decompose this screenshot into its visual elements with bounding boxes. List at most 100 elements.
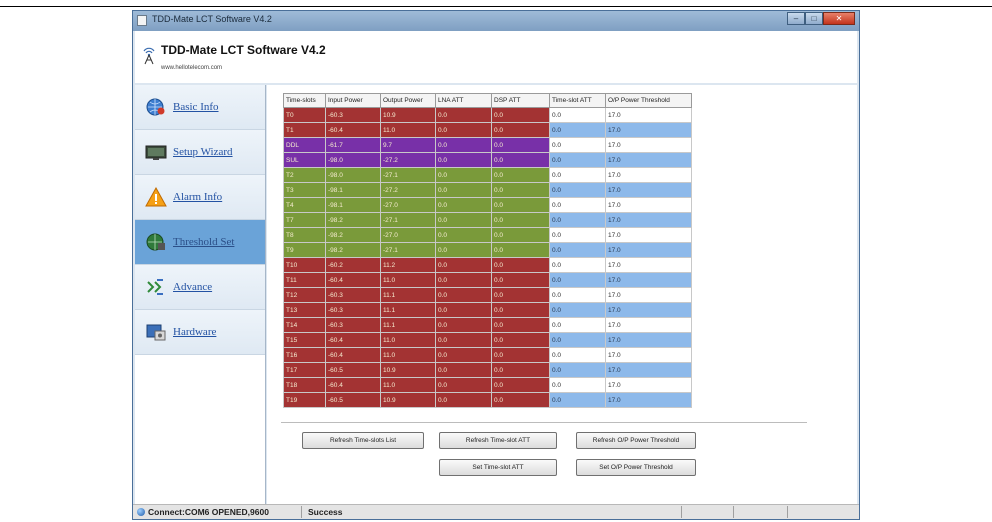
time-slot-att-cell[interactable]: 0.0 <box>549 392 606 408</box>
time-slot-att-cell[interactable]: 0.0 <box>549 212 606 228</box>
lna-att-cell: 0.0 <box>435 377 492 393</box>
table-row[interactable]: T2 -98.0 -27.1 0.0 0.0 0.0 17.0 <box>283 167 692 183</box>
op-power-threshold-cell[interactable]: 17.0 <box>605 332 692 348</box>
status-divider <box>681 506 682 518</box>
time-slot-att-cell[interactable]: 0.0 <box>549 152 606 168</box>
sidebar-item-threshold-set[interactable]: Threshold Set <box>135 220 265 265</box>
arrows-icon <box>147 279 163 295</box>
op-power-threshold-cell[interactable]: 17.0 <box>605 107 692 123</box>
op-power-threshold-cell[interactable]: 17.0 <box>605 242 692 258</box>
table-row[interactable]: T9 -98.2 -27.1 0.0 0.0 0.0 17.0 <box>283 242 692 258</box>
time-slot-cell: T13 <box>283 302 326 318</box>
column-header-op-power-threshold[interactable]: O/P Power Threshold <box>605 93 692 108</box>
op-power-threshold-cell[interactable]: 17.0 <box>605 377 692 393</box>
table-row[interactable]: T18 -60.4 11.0 0.0 0.0 0.0 17.0 <box>283 377 692 393</box>
table-row[interactable]: T11 -60.4 11.0 0.0 0.0 0.0 17.0 <box>283 272 692 288</box>
output-power-cell: 11.0 <box>380 122 436 138</box>
sidebar-item-setup-wizard[interactable]: Setup Wizard <box>135 130 265 175</box>
op-power-threshold-cell[interactable]: 17.0 <box>605 182 692 198</box>
output-power-cell: -27.2 <box>380 182 436 198</box>
op-power-threshold-cell[interactable]: 17.0 <box>605 302 692 318</box>
time-slot-att-cell[interactable]: 0.0 <box>549 377 606 393</box>
column-header-input-power[interactable]: Input Power <box>325 93 381 108</box>
time-slot-att-cell[interactable]: 0.0 <box>549 332 606 348</box>
sidebar: Basic Info Setup Wizard Alarm Info Thres… <box>135 85 266 505</box>
input-power-cell: -98.2 <box>325 227 381 243</box>
table-row[interactable]: T1 -60.4 11.0 0.0 0.0 0.0 17.0 <box>283 122 692 138</box>
app-header: TDD-Mate LCT Software V4.2 www.hellotele… <box>135 31 857 83</box>
time-slot-att-cell[interactable]: 0.0 <box>549 107 606 123</box>
op-power-threshold-cell[interactable]: 17.0 <box>605 362 692 378</box>
time-slot-att-cell[interactable]: 0.0 <box>549 197 606 213</box>
op-power-threshold-cell[interactable]: 17.0 <box>605 122 692 138</box>
close-button[interactable]: ✕ <box>823 12 855 25</box>
time-slot-att-cell[interactable]: 0.0 <box>549 122 606 138</box>
op-power-threshold-cell[interactable]: 17.0 <box>605 392 692 408</box>
op-power-threshold-cell[interactable]: 17.0 <box>605 152 692 168</box>
set-op-power-threshold-button[interactable]: Set O/P Power Threshold <box>576 459 696 476</box>
table-row[interactable]: T0 -60.3 10.9 0.0 0.0 0.0 17.0 <box>283 107 692 123</box>
set-time-slot-att-button[interactable]: Set Time-slot ATT <box>439 459 557 476</box>
time-slot-att-cell[interactable]: 0.0 <box>549 257 606 273</box>
time-slot-att-cell[interactable]: 0.0 <box>549 242 606 258</box>
table-row[interactable]: T15 -60.4 11.0 0.0 0.0 0.0 17.0 <box>283 332 692 348</box>
op-power-threshold-cell[interactable]: 17.0 <box>605 317 692 333</box>
op-power-threshold-cell[interactable]: 17.0 <box>605 287 692 303</box>
table-row[interactable]: T7 -98.2 -27.1 0.0 0.0 0.0 17.0 <box>283 212 692 228</box>
time-slot-att-cell[interactable]: 0.0 <box>549 317 606 333</box>
table-row[interactable]: T12 -60.3 11.1 0.0 0.0 0.0 17.0 <box>283 287 692 303</box>
time-slot-att-cell[interactable]: 0.0 <box>549 272 606 288</box>
op-power-threshold-cell[interactable]: 17.0 <box>605 257 692 273</box>
refresh-op-power-threshold-button[interactable]: Refresh O/P Power Threshold <box>576 432 696 449</box>
time-slot-att-cell[interactable]: 0.0 <box>549 287 606 303</box>
time-slot-att-cell[interactable]: 0.0 <box>549 182 606 198</box>
table-row[interactable]: T14 -60.3 11.1 0.0 0.0 0.0 17.0 <box>283 317 692 333</box>
refresh-time-slots-list-button[interactable]: Refresh Time-slots List <box>302 432 424 449</box>
table-row[interactable]: SUL -98.0 -27.2 0.0 0.0 0.0 17.0 <box>283 152 692 168</box>
sidebar-item-advance[interactable]: Advance <box>135 265 265 310</box>
table-row[interactable]: T10 -60.2 11.2 0.0 0.0 0.0 17.0 <box>283 257 692 273</box>
op-power-threshold-cell[interactable]: 17.0 <box>605 137 692 153</box>
column-header-time-slot-att[interactable]: Time-slot ATT <box>549 93 606 108</box>
time-slot-att-cell[interactable]: 0.0 <box>549 362 606 378</box>
minimize-button[interactable]: ‒ <box>787 12 805 25</box>
sidebar-item-hardware[interactable]: Hardware <box>135 310 265 355</box>
table-row[interactable]: T3 -98.1 -27.2 0.0 0.0 0.0 17.0 <box>283 182 692 198</box>
time-slot-cell: T16 <box>283 347 326 363</box>
table-row[interactable]: T16 -60.4 11.0 0.0 0.0 0.0 17.0 <box>283 347 692 363</box>
table-row[interactable]: T8 -98.2 -27.0 0.0 0.0 0.0 17.0 <box>283 227 692 243</box>
op-power-threshold-cell[interactable]: 17.0 <box>605 212 692 228</box>
table-row[interactable]: T19 -60.5 10.9 0.0 0.0 0.0 17.0 <box>283 392 692 408</box>
op-power-threshold-cell[interactable]: 17.0 <box>605 272 692 288</box>
column-header-time-slots[interactable]: Time-slots <box>283 93 326 108</box>
op-power-threshold-cell[interactable]: 17.0 <box>605 197 692 213</box>
input-power-cell: -60.3 <box>325 317 381 333</box>
op-power-threshold-cell[interactable]: 17.0 <box>605 227 692 243</box>
output-power-cell: -27.1 <box>380 167 436 183</box>
op-power-threshold-cell[interactable]: 17.0 <box>605 347 692 363</box>
table-row[interactable]: T17 -60.5 10.9 0.0 0.0 0.0 17.0 <box>283 362 692 378</box>
dsp-att-cell: 0.0 <box>491 317 550 333</box>
title-bar[interactable]: TDD-Mate LCT Software V4.2 ‒ □ ✕ <box>133 11 859 31</box>
sidebar-item-basic-info[interactable]: Basic Info <box>135 85 265 130</box>
table-row[interactable]: T4 -98.1 -27.0 0.0 0.0 0.0 17.0 <box>283 197 692 213</box>
column-header-lna-att[interactable]: LNA ATT <box>435 93 492 108</box>
time-slot-att-cell[interactable]: 0.0 <box>549 167 606 183</box>
time-slot-att-cell[interactable]: 0.0 <box>549 347 606 363</box>
maximize-button[interactable]: □ <box>805 12 823 25</box>
input-power-cell: -60.3 <box>325 107 381 123</box>
table-row[interactable]: T13 -60.3 11.1 0.0 0.0 0.0 17.0 <box>283 302 692 318</box>
table-row[interactable]: DDL -61.7 9.7 0.0 0.0 0.0 17.0 <box>283 137 692 153</box>
sidebar-item-alarm-info[interactable]: Alarm Info <box>135 175 265 220</box>
time-slot-att-cell[interactable]: 0.0 <box>549 302 606 318</box>
refresh-time-slot-att-button[interactable]: Refresh Time-slot ATT <box>439 432 557 449</box>
op-power-threshold-cell[interactable]: 17.0 <box>605 167 692 183</box>
lna-att-cell: 0.0 <box>435 227 492 243</box>
output-power-cell: 11.1 <box>380 317 436 333</box>
output-power-cell: 11.1 <box>380 302 436 318</box>
time-slot-cell: T7 <box>283 212 326 228</box>
column-header-output-power[interactable]: Output Power <box>380 93 436 108</box>
time-slot-att-cell[interactable]: 0.0 <box>549 137 606 153</box>
column-header-dsp-att[interactable]: DSP ATT <box>491 93 550 108</box>
time-slot-att-cell[interactable]: 0.0 <box>549 227 606 243</box>
